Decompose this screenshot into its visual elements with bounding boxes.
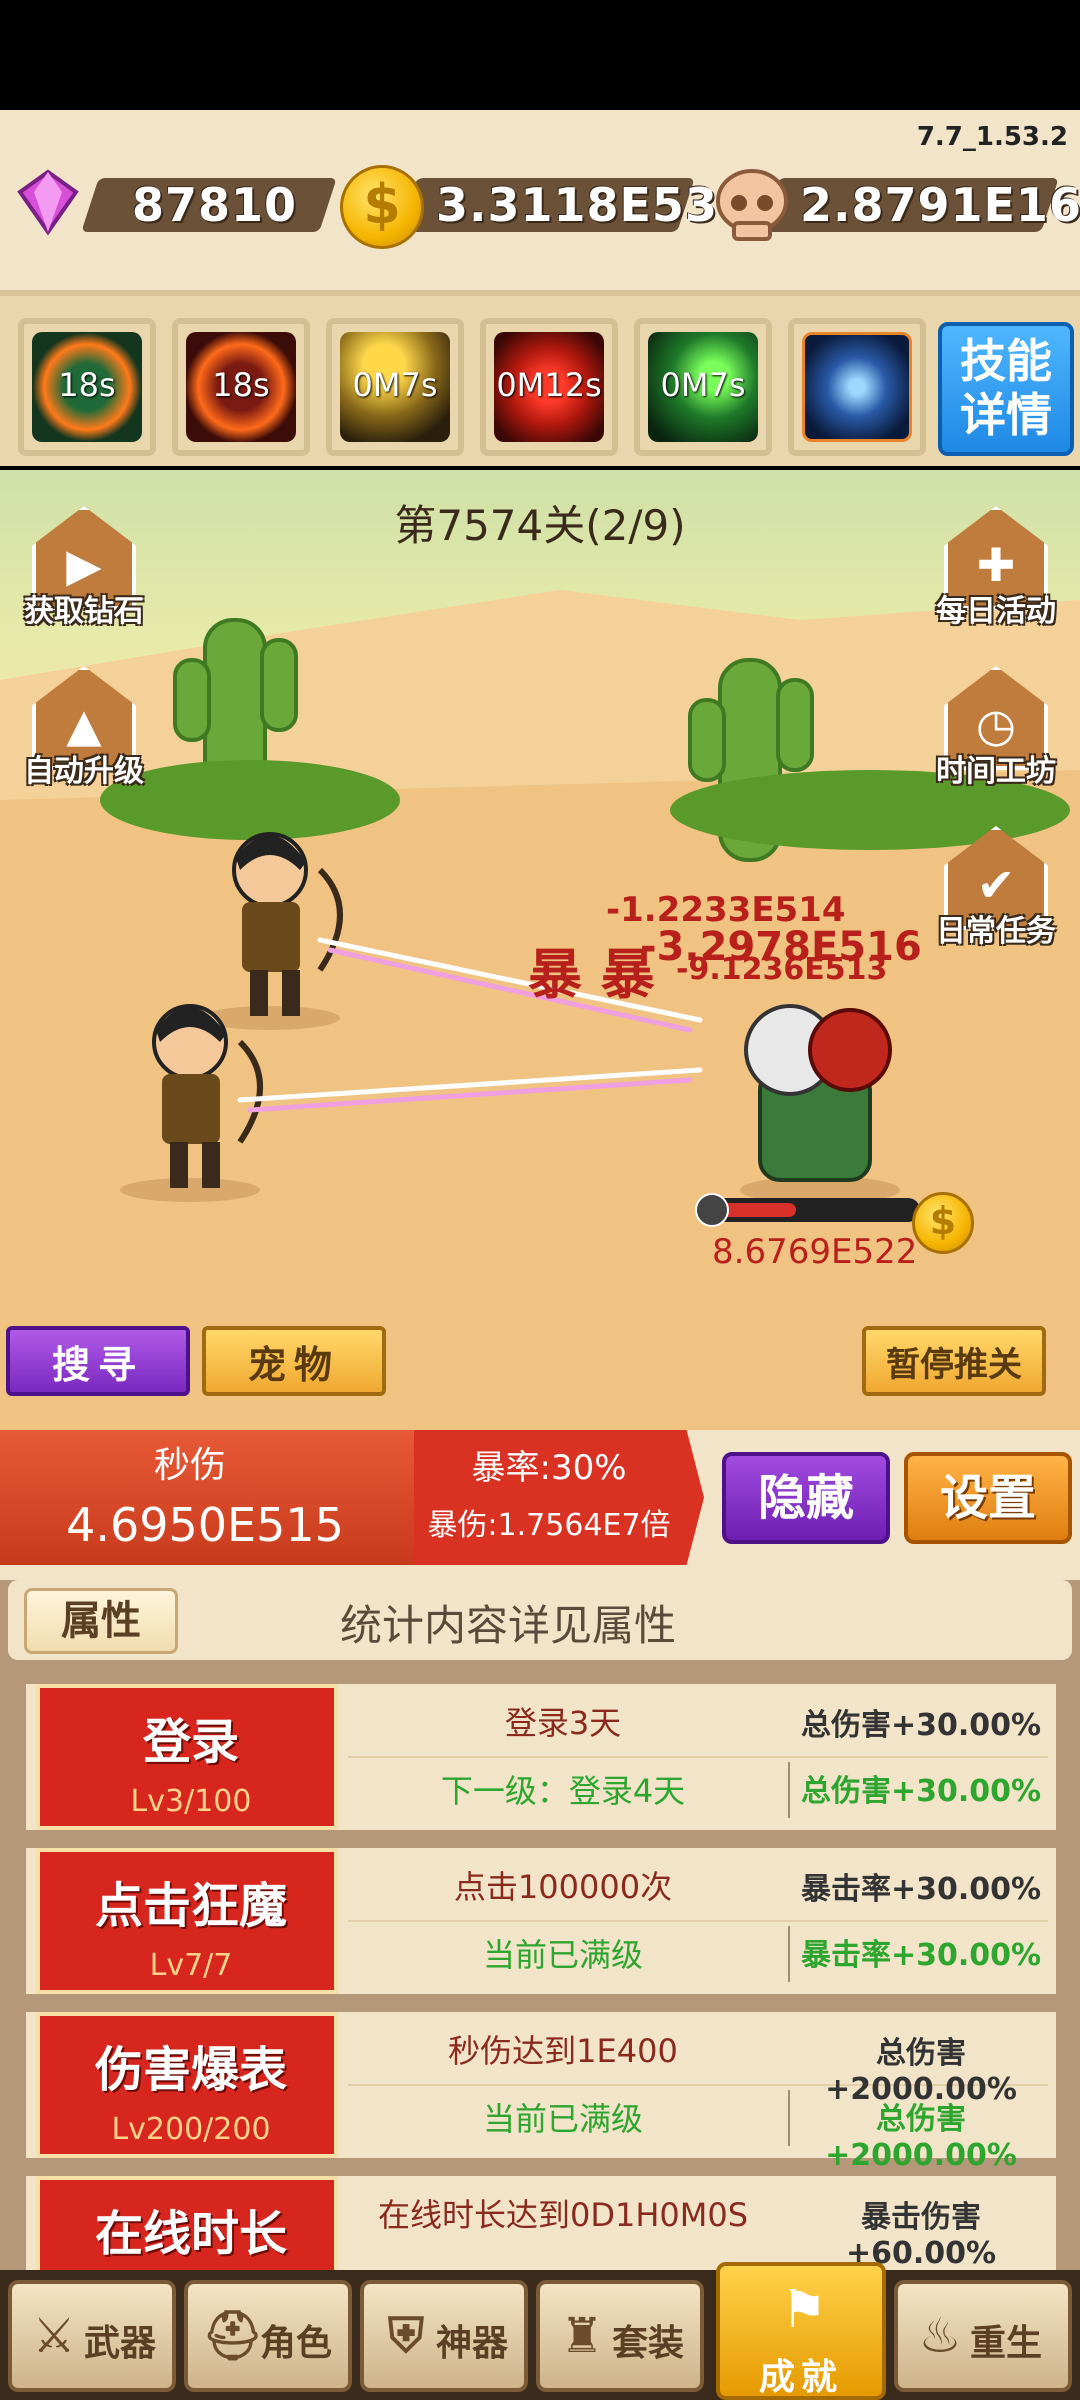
achievement-row[interactable]: 登录 Lv3/100 登录3天 总伤害+30.00% 下一级：登录4天 总伤害+… <box>26 1684 1056 1830</box>
achievement-name: 点击狂魔 <box>94 1878 287 1934</box>
hide-button[interactable]: 隐藏 <box>722 1452 890 1544</box>
pause-advance-button[interactable]: 暂停推关 <box>862 1326 1046 1396</box>
damage-number: -9.1236E513 <box>676 952 888 987</box>
clipboard-check-icon: ✔ <box>976 858 1016 912</box>
achievement-name: 登录 <box>142 1714 239 1770</box>
achievement-next-bonus: 总伤害+30.00% <box>800 1774 1042 1809</box>
winged-shield-icon: ⛨ <box>387 2308 424 2364</box>
achievement-bonus: 总伤害+30.00% <box>800 1708 1042 1743</box>
skill-detail-button[interactable]: 技能详情 <box>938 322 1074 456</box>
crit-text: 暴 暴 <box>528 943 655 1006</box>
enemy-hp-fill <box>720 1203 796 1217</box>
version-label: 7.7_1.53.2 <box>916 122 1068 152</box>
nav-achievements[interactable]: ⚑ 成就 <box>716 2262 886 2400</box>
achievement-row[interactable]: 点击狂魔 Lv7/7 点击100000次 暴击率+30.00% 当前已满级 暴击… <box>26 1848 1056 1994</box>
time-workshop-button[interactable]: ◷ 时间工坊 <box>936 660 1056 789</box>
achievement-bonus: 暴击伤害+60.00% <box>845 2200 997 2270</box>
clock-icon: ◷ <box>975 698 1017 752</box>
achievement-level: Lv3/100 <box>130 1784 252 1819</box>
skill-cooldown: 18s <box>58 366 116 404</box>
nav-sets[interactable]: ♜ 套装 <box>536 2280 704 2392</box>
video-camera-icon: ▶ <box>66 538 102 592</box>
achievement-next-bonus: 总伤害+2000.00% <box>825 2102 1017 2173</box>
skill-cooldown: 0M12s <box>496 366 602 404</box>
gift-icon: ✚ <box>976 538 1016 592</box>
auto-upgrade-button[interactable]: ▲ 自动升级 <box>24 660 144 789</box>
gold-value: 3.3118E538 <box>436 178 751 232</box>
gem-icon <box>17 169 79 236</box>
status-bar <box>0 0 1080 110</box>
reward-coin-icon: $ <box>912 1192 974 1254</box>
gems-value: 87810 <box>132 178 298 232</box>
skill-cooldown: 0M7s <box>352 366 438 404</box>
search-button[interactable]: 搜寻 <box>6 1326 190 1396</box>
gold-coin-icon: $ <box>340 165 424 249</box>
dps-value: 4.6950E515 <box>66 1498 344 1552</box>
nav-artifact[interactable]: ⛨ 神器 <box>360 2280 528 2392</box>
achievement-condition: 点击100000次 <box>453 1868 673 1906</box>
skull-icon <box>716 169 788 241</box>
achievement-condition: 登录3天 <box>504 1704 622 1742</box>
achievement-level: Lv200/200 <box>111 2112 271 2147</box>
up-arrow-icon: ▲ <box>66 698 102 752</box>
skill-slot-4[interactable]: 0M12s <box>480 318 618 456</box>
skill-slot-5[interactable]: 0M7s <box>634 318 772 456</box>
get-diamonds-button[interactable]: ▶ 获取钻石 <box>24 500 144 629</box>
achievement-row[interactable]: 伤害爆表 Lv200/200 秒伤达到1E400 总伤害+2000.00% 当前… <box>26 2012 1056 2173</box>
dps-label: 秒伤 <box>153 1445 226 1486</box>
achievement-next-bonus: 暴击率+30.00% <box>800 1938 1042 1973</box>
skulls-value: 2.8791E164 <box>800 178 1080 232</box>
crit-rate: 暴率:30% <box>471 1448 627 1488</box>
nav-weapons[interactable]: ⚔ 武器 <box>8 2280 176 2392</box>
enemy-skull-icon <box>695 1193 729 1227</box>
achievement-name: 在线时长 <box>94 2206 287 2262</box>
armor-icon: ♜ <box>560 2308 604 2364</box>
crit-panel: 暴率:30% 暴伤:1.7564E7倍 <box>414 1430 704 1565</box>
achievement-bonus: 暴击率+30.00% <box>800 1872 1042 1907</box>
flame-icon: ♨ <box>918 2308 962 2364</box>
panel-hint: 统计内容详见属性 <box>340 1601 677 1650</box>
crit-damage: 暴伤:1.7564E7倍 <box>427 1508 671 1543</box>
skill-cooldown: 18s <box>212 366 270 404</box>
blue-arrows-skill-icon <box>802 332 912 442</box>
dps-panel: 秒伤 4.6950E515 <box>0 1430 420 1565</box>
pet-button[interactable]: 宠物 <box>202 1326 386 1396</box>
banner-icon: ⚑ <box>780 2280 828 2340</box>
attributes-tab[interactable]: 属性 <box>24 1588 178 1654</box>
settings-button[interactable]: 设置 <box>904 1452 1072 1544</box>
skill-slot-2[interactable]: 18s <box>172 318 310 456</box>
skill-slot-3[interactable]: 0M7s <box>326 318 464 456</box>
stage-title: 第7574关(2/9) <box>394 501 686 550</box>
enemy-gold-reward: 8.6769E522 <box>712 1232 918 1272</box>
achievement-next: 下一级：登录4天 <box>440 1772 686 1810</box>
achievement-next: 当前已满级 <box>482 1936 643 1974</box>
achievement-level: Lv7/7 <box>149 1948 233 1983</box>
skill-slot-1[interactable]: 18s <box>18 318 156 456</box>
helmet-icon: ⛑ <box>202 2308 263 2364</box>
achievement-condition: 在线时长达到0D1H0M0S <box>377 2196 749 2234</box>
daily-activity-button[interactable]: ✚ 每日活动 <box>936 500 1056 629</box>
achievement-name: 伤害爆表 <box>94 2042 287 2098</box>
skill-cooldown: 0M7s <box>660 366 746 404</box>
achievement-row[interactable]: 在线时长 在线时长达到0D1H0M0S 暴击伤害+60.00% <box>26 2176 1056 2270</box>
achievement-condition: 秒伤达到1E400 <box>448 2032 678 2070</box>
skill-slot-6[interactable] <box>788 318 926 456</box>
crossed-swords-icon: ⚔ <box>32 2308 76 2364</box>
daily-tasks-button[interactable]: ✔ 日常任务 <box>936 820 1056 949</box>
achievement-next: 当前已满级 <box>482 2100 643 2138</box>
nav-character[interactable]: ⛑ 角色 <box>184 2280 352 2392</box>
nav-rebirth[interactable]: ♨ 重生 <box>894 2280 1072 2392</box>
